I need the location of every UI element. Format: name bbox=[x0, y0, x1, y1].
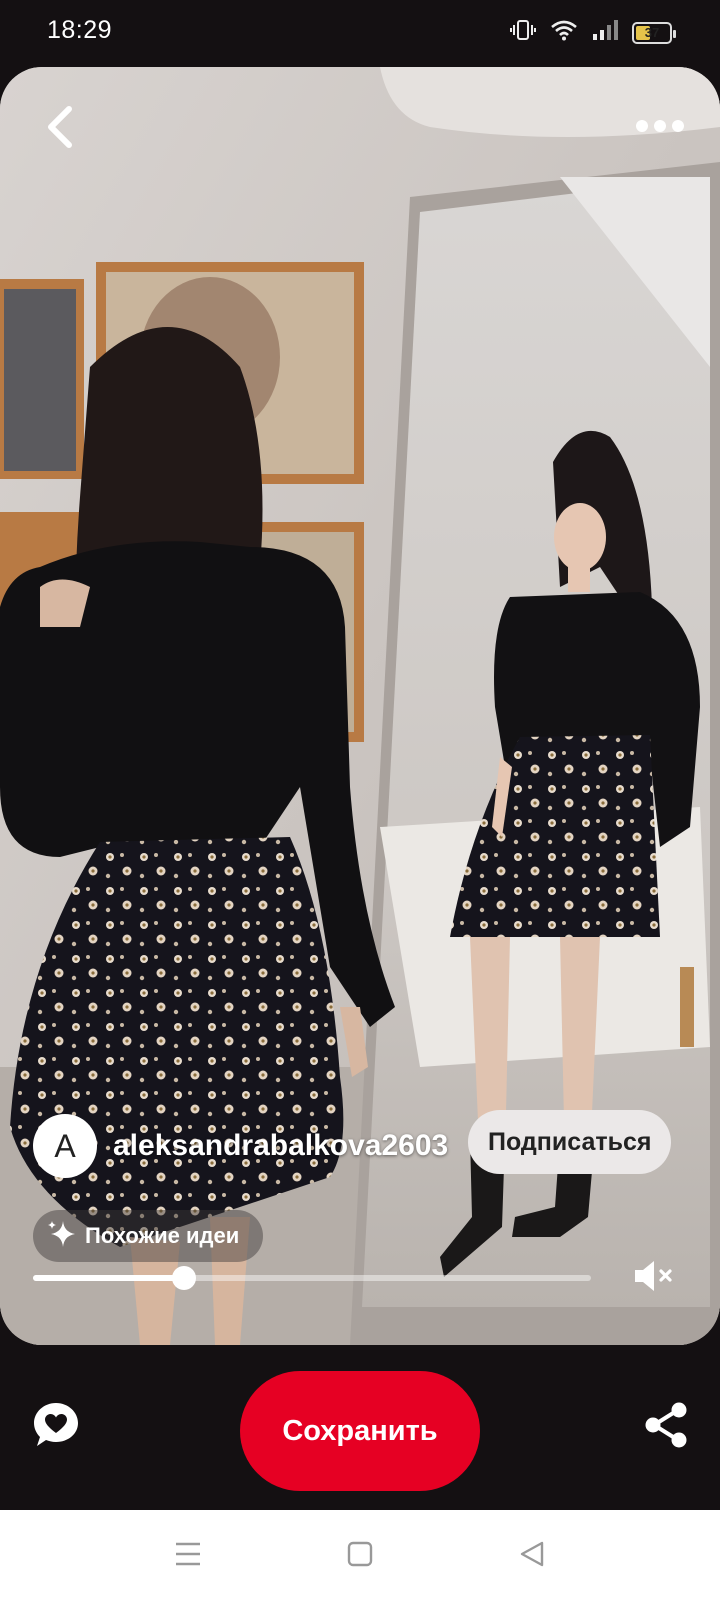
volume-muted-icon bbox=[632, 1258, 676, 1299]
more-options-icon bbox=[636, 120, 648, 132]
signal-icon bbox=[592, 19, 618, 46]
battery-icon: 37 bbox=[632, 21, 676, 44]
back-icon bbox=[45, 105, 75, 154]
more-options-button[interactable] bbox=[630, 111, 690, 141]
avatar[interactable]: A bbox=[33, 1114, 97, 1178]
status-time: 18:29 bbox=[47, 16, 113, 44]
vibrate-icon bbox=[510, 18, 536, 47]
similar-ideas-label: Похожие идеи bbox=[85, 1223, 240, 1248]
pin-media[interactable]: A aleksandrabalkova2603 Подписаться Похо… bbox=[0, 67, 720, 1345]
author-row[interactable]: A aleksandrabalkova2603 bbox=[33, 1114, 448, 1178]
author-name[interactable]: aleksandrabalkova2603 bbox=[113, 1129, 448, 1163]
reaction-button[interactable] bbox=[30, 1401, 82, 1453]
home-button[interactable] bbox=[336, 1532, 384, 1580]
video-progress-fill bbox=[33, 1275, 184, 1281]
share-icon bbox=[642, 1401, 690, 1454]
share-button[interactable] bbox=[640, 1401, 692, 1453]
menu-icon bbox=[174, 1541, 202, 1572]
battery-level: 37 bbox=[644, 25, 660, 40]
home-icon bbox=[347, 1541, 373, 1572]
status-icons: 37 bbox=[510, 18, 676, 47]
sparkle-icon bbox=[47, 1219, 77, 1254]
reaction-heart-icon bbox=[32, 1401, 80, 1454]
recent-apps-button[interactable] bbox=[164, 1532, 212, 1580]
system-nav-bar bbox=[0, 1510, 720, 1600]
similar-ideas-button[interactable]: Похожие идеи bbox=[33, 1210, 264, 1262]
action-bar: Сохранить bbox=[0, 1345, 720, 1510]
status-bar: 18:29 37 bbox=[0, 0, 720, 64]
save-button[interactable]: Сохранить bbox=[240, 1371, 480, 1491]
follow-button[interactable]: Подписаться bbox=[468, 1110, 672, 1174]
back-triangle-icon bbox=[519, 1540, 545, 1573]
mute-button[interactable] bbox=[630, 1255, 678, 1301]
video-progress-slider[interactable] bbox=[33, 1266, 591, 1290]
back-button[interactable] bbox=[34, 103, 86, 155]
wifi-icon bbox=[550, 19, 578, 46]
video-progress-thumb[interactable] bbox=[171, 1266, 196, 1290]
system-back-button[interactable] bbox=[508, 1532, 556, 1580]
